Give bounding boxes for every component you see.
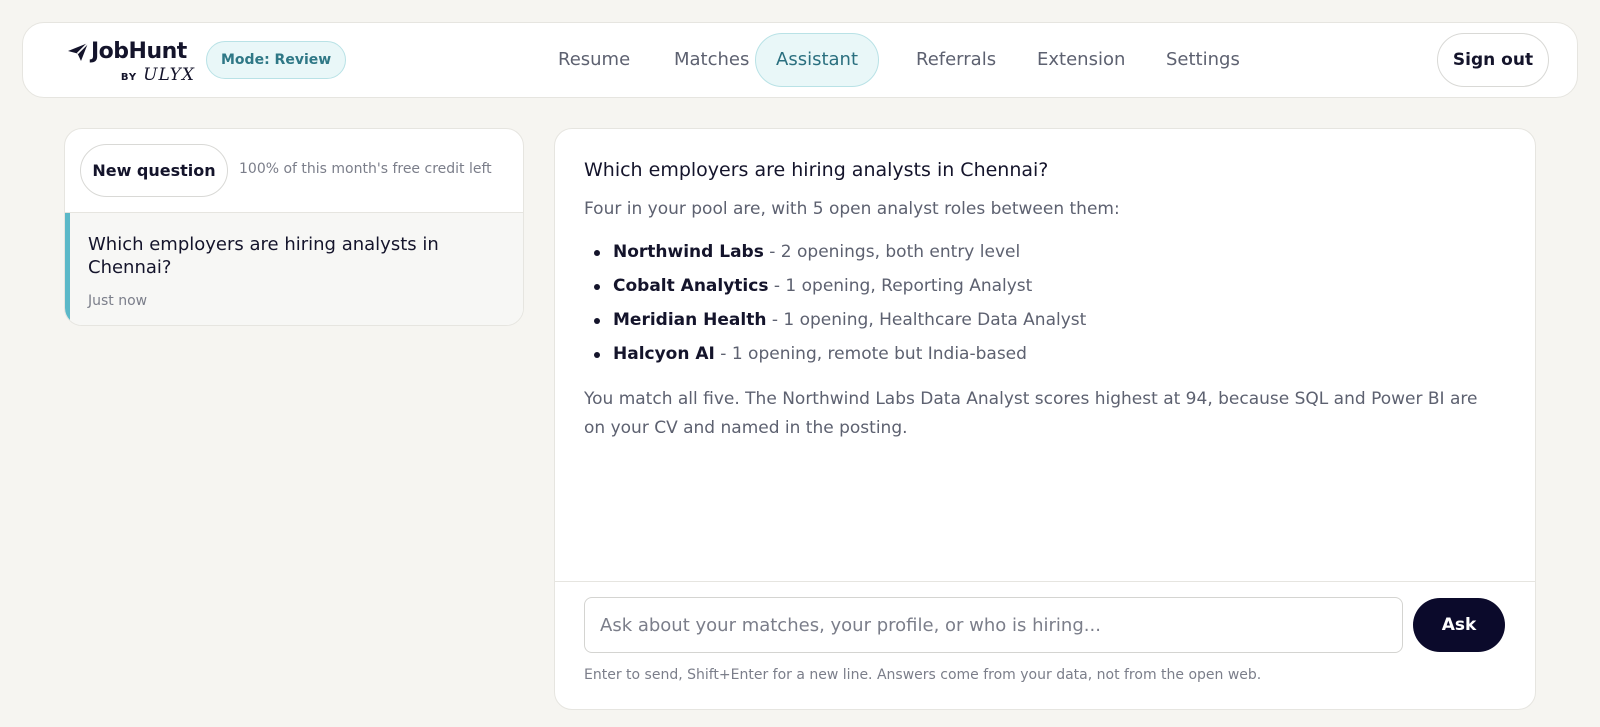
nav-tab-assistant[interactable]: Assistant (755, 33, 880, 87)
list-item: Northwind Labs - 2 openings, both entry … (584, 235, 1504, 269)
employer-name: Cobalt Analytics (613, 276, 769, 296)
nav-tab-resume[interactable]: Resume (537, 33, 651, 87)
answer-intro: Four in your pool are, with 5 open analy… (584, 199, 1120, 219)
history-item[interactable]: Which employers are hiring analysts in C… (65, 213, 523, 325)
nav-tab-extension[interactable]: Extension (1016, 33, 1146, 87)
list-item: Meridian Health - 1 opening, Healthcare … (584, 303, 1504, 337)
history-item-question: Which employers are hiring analysts in C… (88, 234, 439, 278)
credit-status: 100% of this month's free credit left (239, 161, 492, 177)
new-question-button[interactable]: New question (80, 144, 228, 197)
employer-detail: - 1 opening, Reporting Analyst (768, 276, 1033, 296)
employer-list: Northwind Labs - 2 openings, both entry … (584, 235, 1504, 371)
history-toolbar: New question 100% of this month's free c… (65, 129, 523, 213)
nav-tab-settings[interactable]: Settings (1145, 33, 1261, 87)
app-header: JobHunt BY ULYX Mode: Review Resume Matc… (22, 22, 1578, 98)
composer-hint: Enter to send, Shift+Enter for a new lin… (584, 667, 1262, 683)
employer-name: Meridian Health (613, 310, 767, 330)
employer-name: Halcyon AI (613, 344, 715, 364)
ask-input[interactable] (584, 597, 1403, 653)
conversation-thread: Which employers are hiring analysts in C… (584, 159, 1504, 443)
nav-tab-referrals[interactable]: Referrals (895, 33, 1017, 87)
employer-detail: - 1 opening, Healthcare Data Analyst (766, 310, 1087, 330)
employer-detail: - 1 opening, remote but India-based (714, 344, 1027, 364)
question-history-panel: New question 100% of this month's free c… (64, 128, 524, 326)
sign-out-button[interactable]: Sign out (1437, 33, 1549, 87)
assistant-panel: Which employers are hiring analysts in C… (554, 128, 1536, 710)
composer: Ask Enter to send, Shift+Enter for a new… (555, 581, 1535, 709)
employer-name: Northwind Labs (613, 242, 764, 262)
employer-detail: - 2 openings, both entry level (763, 242, 1021, 262)
nav-tab-matches[interactable]: Matches (653, 33, 770, 87)
history-item-time: Just now (88, 293, 148, 309)
answer-summary: You match all five. The Northwind Labs D… (584, 389, 1478, 438)
ask-button[interactable]: Ask (1413, 598, 1505, 652)
asked-question: Which employers are hiring analysts in C… (584, 159, 1049, 181)
list-item: Halcyon AI - 1 opening, remote but India… (584, 337, 1504, 371)
main-nav: Resume Matches Assistant Referrals Exten… (23, 23, 1577, 99)
list-item: Cobalt Analytics - 1 opening, Reporting … (584, 269, 1504, 303)
